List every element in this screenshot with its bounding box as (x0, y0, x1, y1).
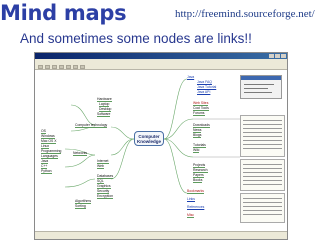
screenshot-line (244, 84, 274, 85)
note-line (243, 144, 282, 145)
left-node[interactable]: Software (97, 112, 111, 117)
right-link-node[interactable]: Java (187, 75, 195, 80)
left-node[interactable]: Networks (73, 151, 88, 156)
note-line (243, 140, 282, 141)
left-node[interactable]: Python (41, 169, 52, 174)
note-line (243, 136, 282, 137)
screenshot-line (244, 92, 272, 93)
right-node[interactable]: Forums (193, 111, 205, 116)
note-line (243, 132, 282, 133)
note-line (243, 210, 282, 211)
note-line (243, 128, 282, 129)
note-line (243, 198, 282, 199)
note-panel (240, 193, 285, 223)
right-node[interactable]: Wiki (193, 148, 200, 153)
note-line (243, 124, 282, 125)
note-line (243, 148, 282, 149)
toolbar (35, 64, 287, 70)
left-node[interactable]: Encryption (97, 194, 114, 199)
note-line (243, 168, 282, 169)
right-node[interactable]: Blogs (193, 133, 202, 138)
embedded-screenshot (240, 75, 282, 99)
left-node[interactable]: Web (97, 164, 104, 169)
note-line (243, 214, 282, 215)
note-line (243, 172, 282, 173)
freemind-window: Computer Knowledge Computer technology H… (34, 52, 288, 240)
open-icon[interactable] (45, 65, 50, 69)
save-icon[interactable] (52, 65, 57, 69)
maximize-button[interactable] (275, 54, 280, 58)
slide-title: Mind maps (0, 1, 127, 25)
right-node[interactable]: Misc (187, 213, 194, 218)
right-link-node[interactable]: Links (187, 197, 195, 202)
zoom-icon[interactable] (80, 65, 85, 69)
note-line (243, 176, 282, 177)
right-node[interactable]: Bookmarks (187, 189, 204, 194)
note-line (243, 206, 282, 207)
left-branch-title[interactable]: Computer technology (75, 123, 108, 128)
note-line (243, 164, 282, 165)
close-button[interactable] (281, 54, 286, 58)
root-node[interactable]: Computer Knowledge (134, 131, 164, 146)
minimize-button[interactable] (269, 54, 274, 58)
screenshot-line (244, 88, 268, 89)
paste-icon[interactable] (73, 65, 78, 69)
window-titlebar (35, 53, 287, 59)
note-line (243, 180, 282, 181)
right-link-node[interactable]: Java API (197, 90, 211, 95)
new-icon[interactable] (38, 65, 43, 69)
slide-url[interactable]: http://freemind.sourceforge.net/ (175, 8, 315, 20)
right-node[interactable]: Books (193, 178, 203, 183)
note-line (243, 184, 282, 185)
window-controls (269, 54, 286, 58)
note-panel (240, 115, 285, 157)
note-line (243, 202, 282, 203)
status-bar (35, 231, 287, 239)
copy-icon[interactable] (66, 65, 71, 69)
mindmap-canvas[interactable]: Computer Knowledge Computer technology H… (35, 71, 287, 231)
left-node[interactable]: Sorting (75, 204, 86, 209)
note-panel (240, 159, 285, 191)
note-line (243, 120, 282, 121)
cut-icon[interactable] (59, 65, 64, 69)
slide-subtitle: And sometimes some nodes are links!! (20, 31, 252, 46)
embedded-screenshot-titlebar (241, 76, 281, 80)
right-link-node[interactable]: References (187, 205, 205, 210)
